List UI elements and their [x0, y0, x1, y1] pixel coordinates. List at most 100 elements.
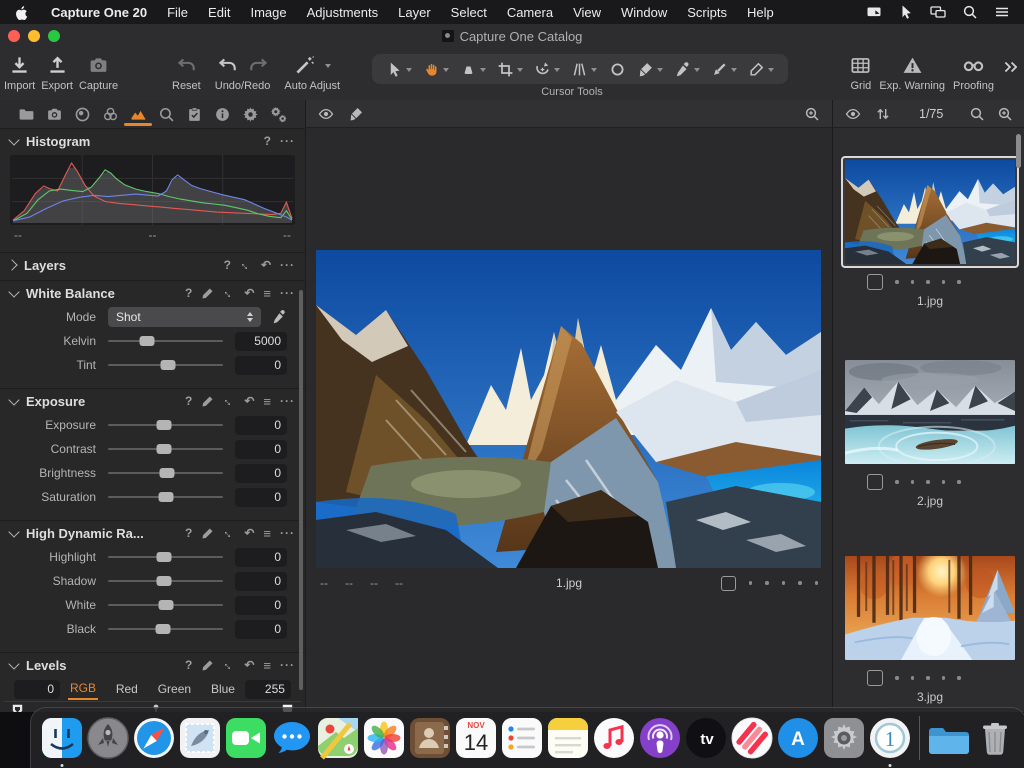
tool-tab-adjustments[interactable]: [185, 103, 205, 125]
tool-tab-batch[interactable]: [269, 103, 289, 125]
menu-item-file[interactable]: File: [157, 5, 198, 20]
levels-channel-red[interactable]: Red: [114, 679, 140, 699]
cursor-tool-pick-color[interactable]: [674, 61, 700, 78]
search-icon[interactable]: [969, 106, 985, 122]
tool-dropdown-caret[interactable]: [405, 68, 412, 72]
saturation-value[interactable]: 0: [235, 487, 287, 507]
rating-dot[interactable]: [765, 581, 769, 585]
more-options-icon[interactable]: ···: [280, 286, 295, 300]
reset-panel-icon[interactable]: ↶: [244, 394, 254, 408]
collapse-chevron[interactable]: [8, 393, 20, 406]
eye-icon[interactable]: [318, 106, 334, 122]
rating-dot[interactable]: [941, 676, 945, 680]
levels-channel-green[interactable]: Green: [156, 679, 193, 699]
capture-button[interactable]: Capture: [79, 48, 118, 92]
shadow-value[interactable]: 0: [235, 571, 287, 591]
rating-dot[interactable]: [910, 280, 914, 284]
tool-tab-exposure[interactable]: [124, 103, 153, 126]
menu-list-icon[interactable]: [994, 4, 1010, 20]
color-tag-checkbox[interactable]: [867, 670, 883, 686]
dock-icon-photos[interactable]: [362, 716, 406, 760]
rating-dot[interactable]: [748, 581, 752, 585]
wb-mode-dropdown[interactable]: Shot: [108, 307, 261, 327]
presets-menu-icon[interactable]: ≡: [263, 394, 271, 409]
edit-pen-icon[interactable]: [201, 287, 214, 300]
dock-icon-launchpad[interactable]: [86, 716, 130, 760]
detach-panel-icon[interactable]: ↔: [220, 656, 238, 674]
exposure-slider[interactable]: [108, 420, 223, 430]
color-tag-checkbox[interactable]: [867, 274, 883, 290]
menu-item-scripts[interactable]: Scripts: [677, 5, 737, 20]
collapse-chevron[interactable]: [8, 657, 20, 670]
undo-redo-buttons[interactable]: Undo/Redo: [215, 48, 270, 92]
thumbnail-item[interactable]: 1.jpg: [841, 156, 1019, 308]
highlight-slider[interactable]: [108, 552, 223, 562]
detach-panel-icon[interactable]: ↔: [220, 392, 238, 410]
dock-icon-finder[interactable]: [40, 716, 84, 767]
screen-mirroring-icon[interactable]: [866, 4, 882, 20]
thumbnail-item[interactable]: 2.jpg: [841, 356, 1019, 508]
dock-icon-trash[interactable]: [973, 716, 1017, 760]
toolbar-overflow-chevron[interactable]: [1002, 58, 1020, 76]
rating-dot[interactable]: [941, 480, 945, 484]
menu-item-view[interactable]: View: [563, 5, 611, 20]
levels-max-value[interactable]: 255: [244, 679, 291, 699]
brightness-slider[interactable]: [108, 468, 223, 478]
tool-tab-details[interactable]: [157, 103, 177, 125]
collapse-chevron[interactable]: [8, 285, 20, 298]
reset-panel-icon[interactable]: ↶: [244, 286, 254, 300]
rating-dot[interactable]: [781, 581, 785, 585]
menu-item-camera[interactable]: Camera: [497, 5, 563, 20]
more-options-icon[interactable]: ···: [280, 658, 295, 672]
import-button[interactable]: Import: [4, 48, 35, 92]
dock-icon-safari[interactable]: [132, 716, 176, 760]
menu-item-select[interactable]: Select: [441, 5, 497, 20]
brush-icon[interactable]: [348, 106, 364, 122]
dock-icon-notes[interactable]: [546, 716, 590, 760]
exposure-value[interactable]: 0: [235, 415, 287, 435]
dock-icon-podcasts[interactable]: [638, 716, 682, 760]
eye-icon[interactable]: [845, 106, 861, 122]
pointer-icon[interactable]: [898, 4, 914, 20]
menu-item-layer[interactable]: Layer: [388, 5, 441, 20]
dock-icon-maps[interactable]: [316, 716, 360, 760]
rating-dot[interactable]: [814, 581, 818, 585]
wb-picker-eyedropper-icon[interactable]: [271, 309, 287, 325]
black-slider[interactable]: [108, 624, 223, 634]
cursor-tool-rotate[interactable]: [534, 61, 561, 78]
expand-chevron[interactable]: [6, 259, 18, 271]
rating-dot[interactable]: [957, 280, 961, 284]
tint-slider[interactable]: [108, 360, 223, 370]
help-icon[interactable]: ?: [185, 286, 192, 300]
menu-item-adjustments[interactable]: Adjustments: [297, 5, 389, 20]
cursor-tool-spot[interactable]: [609, 61, 626, 78]
cursor-tool-keystone[interactable]: [571, 61, 598, 78]
menu-item-help[interactable]: Help: [737, 5, 784, 20]
thumbnail-photo[interactable]: [845, 160, 1015, 264]
edit-pen-icon[interactable]: [201, 395, 214, 408]
rating-dot[interactable]: [910, 676, 914, 680]
color-tag-checkbox[interactable]: [720, 575, 736, 591]
displays-icon[interactable]: [930, 4, 946, 20]
rating-dot[interactable]: [895, 676, 899, 680]
tool-dropdown-caret[interactable]: [554, 68, 561, 72]
detach-panel-icon[interactable]: ↔: [237, 256, 255, 274]
rating-dot[interactable]: [926, 280, 930, 284]
sort-icon[interactable]: [875, 106, 891, 122]
dock-icon-app-store[interactable]: A: [776, 716, 820, 760]
levels-shadow-pin[interactable]: [12, 704, 23, 712]
exposure-warning-button[interactable]: Exp. Warning: [879, 48, 945, 92]
kelvin-value[interactable]: 5000: [235, 331, 287, 351]
menu-item-image[interactable]: Image: [240, 5, 296, 20]
tool-tab-lens[interactable]: [72, 103, 92, 125]
tool-dropdown-caret[interactable]: [479, 68, 486, 72]
tool-tab-output[interactable]: [241, 103, 261, 125]
more-options-icon[interactable]: ···: [280, 134, 295, 148]
cursor-tool-loupe[interactable]: [460, 61, 486, 78]
dock-icon-reminders[interactable]: [500, 716, 544, 760]
rating-dot[interactable]: [926, 676, 930, 680]
tint-value[interactable]: 0: [235, 355, 287, 375]
help-icon[interactable]: ?: [185, 394, 192, 408]
more-options-icon[interactable]: ···: [280, 258, 295, 272]
apple-menu-icon[interactable]: [14, 5, 29, 20]
